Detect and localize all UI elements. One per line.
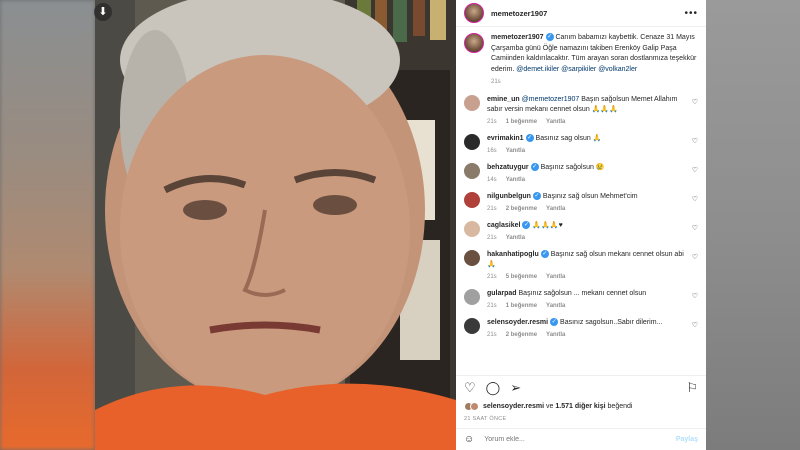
- commenter-avatar[interactable]: [464, 95, 480, 111]
- heart-icon[interactable]: ♡: [692, 224, 698, 232]
- likes-count[interactable]: 1.571 diğer kişi: [555, 403, 605, 410]
- post-button[interactable]: Paylaş: [676, 436, 698, 443]
- comment-item: hakanhatipoglu ✓ Başınız sağ olsun mekanı…: [464, 250, 698, 280]
- post-caption: memetozer1907 ✓ Canım babamızı kaybettik.…: [464, 33, 698, 85]
- comment-item: caglasikel ✓ 🙏🙏🙏♥ 21s Yanıtla ♡: [464, 221, 698, 241]
- likes-summary: selensoyder.resmi ve 1.571 diğer kişi be…: [464, 402, 632, 411]
- comment-item: behzatuygur ✓ Başınız sağolsun 😢 14s Yanıt…: [464, 163, 698, 183]
- caption-mentions[interactable]: @demet.ikiler @sarpikiler @volkan2ler: [516, 66, 637, 73]
- likes-user[interactable]: selensoyder.resmi: [483, 403, 544, 410]
- comment-item: nilgunbelgun ✓ Başınız sağ olsun Mehmet'c…: [464, 192, 698, 212]
- comment-username[interactable]: selensoyder.resmi: [487, 319, 548, 326]
- commenter-avatar[interactable]: [464, 318, 480, 334]
- comment-icon[interactable]: ◯: [486, 380, 501, 396]
- verified-badge-icon: ✓: [550, 318, 559, 327]
- post-panel: memetozer1907 ••• memetozer1907 ✓ Canım b…: [456, 0, 706, 450]
- comment-username[interactable]: hakanhatipoglu: [487, 251, 539, 258]
- verified-badge-icon: ✓: [525, 134, 534, 143]
- comment-likes[interactable]: 1 beğenme: [506, 303, 537, 309]
- reply-button[interactable]: Yanıtla: [506, 148, 525, 154]
- comment-time: 21s: [487, 303, 497, 309]
- commenter-avatar[interactable]: [464, 289, 480, 305]
- heart-icon[interactable]: ♡: [692, 321, 698, 329]
- comment-username[interactable]: gularpad: [487, 290, 517, 297]
- comment-username[interactable]: nilgunbelgun: [487, 193, 531, 200]
- reply-button[interactable]: Yanıtla: [506, 235, 525, 241]
- more-options-icon[interactable]: •••: [684, 8, 698, 19]
- comment-likes[interactable]: 1 beğenme: [506, 119, 537, 125]
- comment-item: gularpad Başınız sağolsun ... mekanı cen…: [464, 289, 698, 309]
- reply-button[interactable]: Yanıtla: [546, 274, 565, 280]
- comment-time: 21s: [487, 119, 497, 125]
- reply-button[interactable]: Yanıtla: [546, 303, 565, 309]
- comment-item: evrimakin1 ✓ Basınız sag olsun 🙏 16s Yanıt…: [464, 134, 698, 154]
- heart-icon[interactable]: ♡: [692, 137, 698, 145]
- background-blur-left: [0, 0, 95, 450]
- author-avatar[interactable]: [464, 3, 484, 23]
- heart-icon[interactable]: ♡: [692, 166, 698, 174]
- background-blur-right: [705, 0, 800, 450]
- comment-mention[interactable]: @memetozer1907: [522, 96, 580, 103]
- liker-avatar: [470, 402, 479, 411]
- comment-time: 14s: [487, 177, 497, 183]
- emoji-icon[interactable]: ☺: [464, 434, 474, 445]
- comment-username[interactable]: behzatuygur: [487, 164, 529, 171]
- heart-icon[interactable]: ♡: [464, 380, 476, 396]
- comment-text: Basınız sag olsun 🙏: [535, 135, 602, 142]
- comment-text: Başınız sağ olsun Mehmet'cim: [542, 193, 638, 200]
- reply-button[interactable]: Yanıtla: [546, 206, 565, 212]
- comment-time: 21s: [487, 206, 497, 212]
- verified-badge-icon: ✓: [532, 192, 541, 201]
- comment-username[interactable]: emine_un: [487, 96, 520, 103]
- commenter-avatar[interactable]: [464, 192, 480, 208]
- author-username[interactable]: memetozer1907: [491, 9, 547, 18]
- comment-item: selensoyder.resmi ✓ Basınız sagolsun..Sab…: [464, 318, 698, 338]
- comment-likes[interactable]: 2 beğenme: [506, 332, 537, 338]
- comment-username[interactable]: evrimakin1: [487, 135, 524, 142]
- commenter-avatar[interactable]: [464, 250, 480, 266]
- bookmark-icon[interactable]: ⚐: [686, 380, 698, 396]
- comment-username[interactable]: caglasikel: [487, 222, 520, 229]
- heart-icon[interactable]: ♡: [692, 253, 698, 261]
- verified-badge-icon: ✓: [522, 221, 531, 230]
- comment-time: 21s: [487, 332, 497, 338]
- heart-icon[interactable]: ♡: [692, 98, 698, 106]
- caption-time: 21s: [491, 79, 501, 85]
- post-photo[interactable]: [95, 0, 456, 450]
- add-comment-bar: ☺ Paylaş: [456, 428, 706, 450]
- heart-icon[interactable]: ♡: [692, 195, 698, 203]
- post-actions: ♡ ◯ ➢ ⚐: [456, 375, 706, 399]
- caption-avatar[interactable]: [464, 33, 484, 53]
- comment-input[interactable]: [484, 436, 676, 443]
- comment-time: 16s: [487, 148, 497, 154]
- verified-badge-icon: ✓: [530, 163, 539, 172]
- comment-time: 21s: [487, 274, 497, 280]
- reply-button[interactable]: Yanıtla: [546, 332, 565, 338]
- comment-text: 🙏🙏🙏♥: [532, 222, 563, 229]
- post-header: memetozer1907 •••: [456, 0, 706, 27]
- likes-mid: ve: [544, 403, 556, 410]
- commenter-avatar[interactable]: [464, 163, 480, 179]
- comment-likes[interactable]: 5 beğenme: [506, 274, 537, 280]
- comment-item: emine_un @memetozer1907 Başın sağolsun M…: [464, 95, 698, 125]
- post-date: 21 SAAT ÖNCE: [464, 416, 507, 422]
- share-icon[interactable]: ➢: [510, 380, 521, 396]
- likes-suffix: beğendi: [605, 403, 633, 410]
- comment-text: Başınız sağolsun 😢: [540, 164, 605, 171]
- heart-icon[interactable]: ♡: [692, 292, 698, 300]
- caption-username[interactable]: memetozer1907: [491, 34, 544, 41]
- reply-button[interactable]: Yanıtla: [546, 119, 565, 125]
- comment-text: Basınız sagolsun..Sabır dilerim...: [560, 319, 663, 326]
- reply-button[interactable]: Yanıtla: [506, 177, 525, 183]
- download-icon[interactable]: ⬇: [94, 3, 112, 21]
- comments-list[interactable]: memetozer1907 ✓ Canım babamızı kaybettik.…: [456, 27, 706, 370]
- verified-badge-icon: ✓: [540, 250, 549, 259]
- comment-text: Başınız sağolsun ... mekanı cennet olsun: [518, 290, 647, 297]
- commenter-avatar[interactable]: [464, 134, 480, 150]
- verified-badge-icon: ✓: [545, 33, 554, 42]
- commenter-avatar[interactable]: [464, 221, 480, 237]
- comment-time: 21s: [487, 235, 497, 241]
- comment-likes[interactable]: 2 beğenme: [506, 206, 537, 212]
